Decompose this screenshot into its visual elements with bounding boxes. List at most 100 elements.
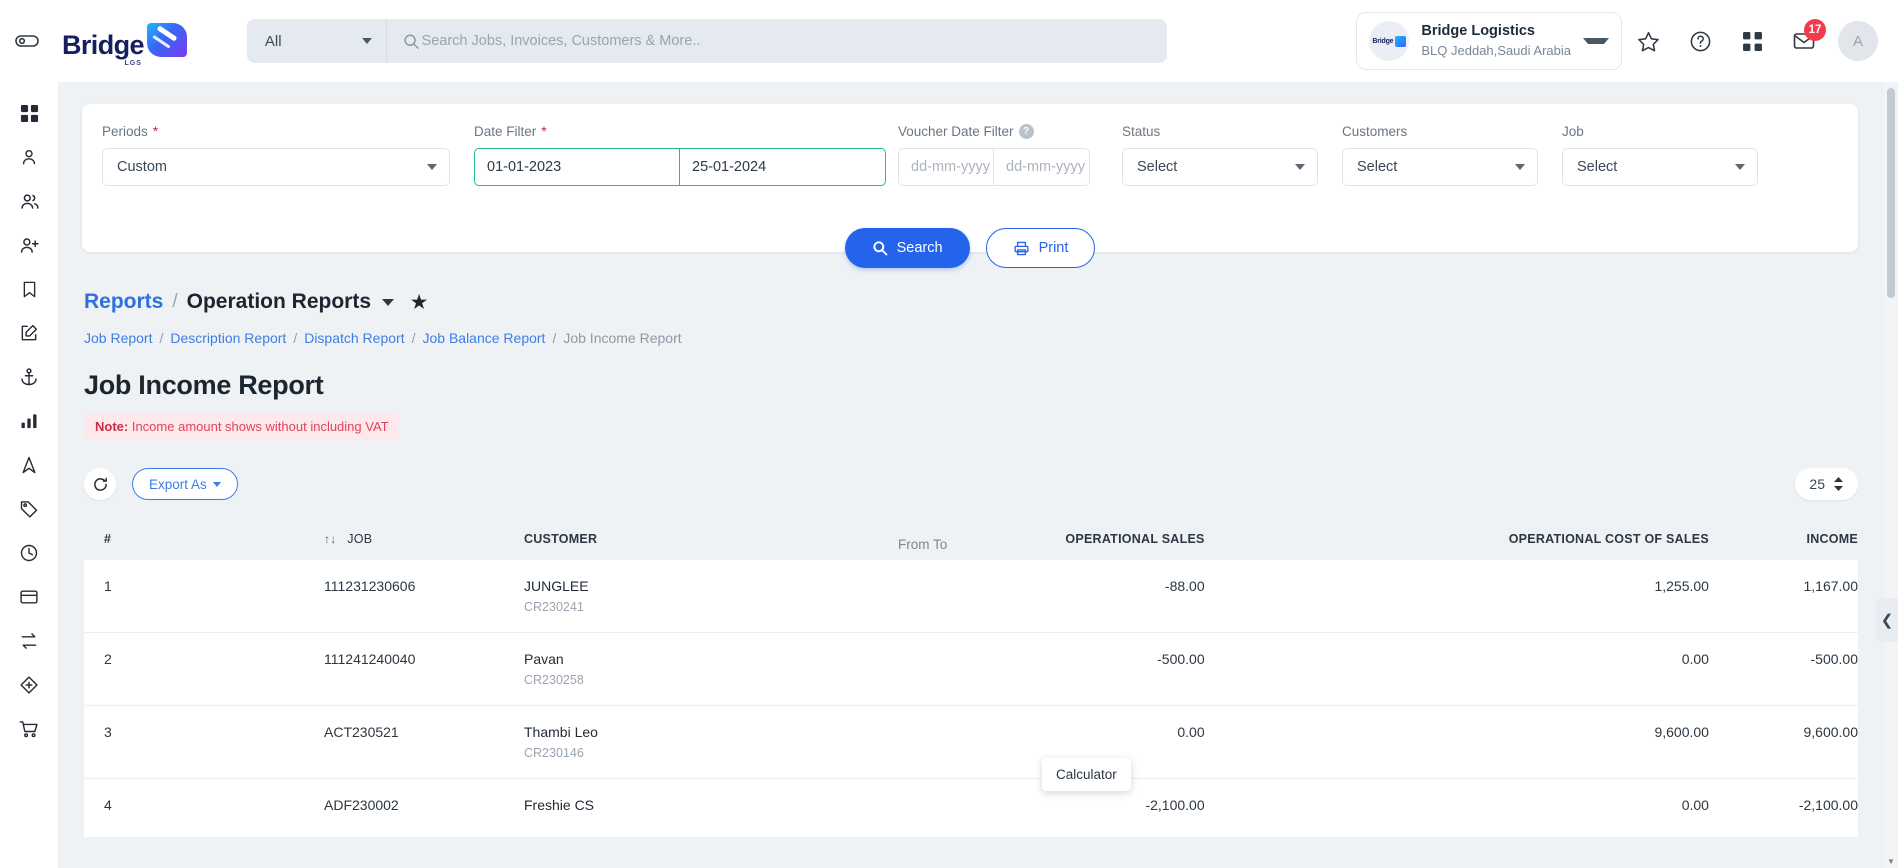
- cell-index: 2: [104, 651, 112, 667]
- tab-job-report[interactable]: Job Report: [84, 330, 152, 346]
- customers-select[interactable]: Select: [1342, 148, 1538, 186]
- customer-code: CR230241: [524, 600, 584, 614]
- table-row[interactable]: 3 ACT230521 Thambi Leo CR230146 0.00 9,600.00…: [84, 705, 1858, 779]
- chevron-down-icon: [1735, 164, 1745, 170]
- search-category-dropdown[interactable]: All: [247, 19, 387, 63]
- sidebar-item-timesheet[interactable]: [9, 536, 49, 570]
- customers-filter: Customers Select: [1342, 122, 1562, 186]
- tab-dispatch-report[interactable]: Dispatch Report: [304, 330, 404, 346]
- navigation-icon: [22, 456, 36, 474]
- sidebar-item-reports[interactable]: [9, 404, 49, 438]
- date-filter-label-text: Date Filter: [474, 123, 537, 139]
- job-select[interactable]: Select: [1562, 148, 1758, 186]
- sidebar-item-transactions[interactable]: [9, 624, 49, 658]
- tab-job-balance-report[interactable]: Job Balance Report: [422, 330, 545, 346]
- sidebar-item-purchase[interactable]: [9, 712, 49, 746]
- date-to-input[interactable]: 25-01-2024: [680, 148, 886, 186]
- cell-customer: Freshie CS: [524, 779, 854, 838]
- mail-badge-count: 17: [1804, 19, 1826, 41]
- tag-icon: [20, 501, 38, 518]
- scroll-down-arrow[interactable]: ▼: [1884, 854, 1898, 868]
- sidebar-item-tags[interactable]: [9, 492, 49, 526]
- search-button[interactable]: Search: [844, 228, 970, 268]
- table-row[interactable]: 1 111231230606 JUNGLEE CR230241 -88.00 1,255.…: [84, 560, 1858, 633]
- periods-filter: Periods * Custom: [102, 122, 474, 186]
- organization-switcher[interactable]: Bridge Bridge Logistics BLQ Jeddah,Saudi…: [1356, 12, 1622, 70]
- chevron-down-icon[interactable]: [382, 298, 394, 306]
- cell-customer: Thambi Leo CR230146: [524, 706, 854, 779]
- top-bar: Bridge LGS All Bridge Bridge Logistics B…: [0, 0, 1898, 82]
- chevron-down-icon: [212, 481, 221, 487]
- apps-button[interactable]: [1726, 15, 1778, 67]
- sidebar-item-edit[interactable]: [9, 316, 49, 350]
- cell-job[interactable]: 111241240040: [324, 633, 524, 706]
- job-income-table: # ↑↓ JOB CUSTOMER OPERATIONAL SALES OPER…: [84, 520, 1858, 838]
- package-icon: [20, 676, 38, 694]
- page-scrollbar[interactable]: ▲ ▼: [1884, 82, 1898, 868]
- sidebar-item-add-user[interactable]: [9, 228, 49, 262]
- breadcrumb-reports-link[interactable]: Reports: [84, 290, 163, 314]
- table-toolbar: Export As 25: [84, 468, 1858, 500]
- user-avatar[interactable]: A: [1838, 21, 1878, 61]
- column-job-label: JOB: [347, 532, 373, 546]
- bookmark-icon: [23, 281, 35, 297]
- export-as-label: Export As: [149, 476, 207, 492]
- cell-index: 4: [104, 797, 112, 813]
- column-index: #: [104, 532, 112, 546]
- sidebar-item-operations[interactable]: [9, 360, 49, 394]
- dashboard-icon: [20, 104, 38, 122]
- vat-note-text: Income amount shows without including VA…: [131, 419, 389, 434]
- search-input[interactable]: [419, 32, 1167, 50]
- sidebar-item-payments[interactable]: [9, 580, 49, 614]
- menu-toggle-icon[interactable]: [12, 31, 42, 51]
- sidebar-item-user[interactable]: [9, 140, 49, 174]
- favorites-button[interactable]: [1622, 15, 1674, 67]
- job-label: Job: [1562, 123, 1584, 139]
- tab-description-report[interactable]: Description Report: [170, 330, 286, 346]
- voucher-from-input[interactable]: dd-mm-yyyy: [898, 148, 994, 186]
- sidebar-item-inventory[interactable]: [9, 668, 49, 702]
- brand-subtext: LGS: [124, 60, 142, 67]
- help-button[interactable]: [1674, 15, 1726, 67]
- date-from-input[interactable]: 01-01-2023: [474, 148, 680, 186]
- voucher-to-input[interactable]: dd-mm-yyyy: [994, 148, 1090, 186]
- search-icon: [404, 34, 419, 49]
- page-size-selector[interactable]: 25: [1795, 468, 1858, 500]
- messages-button[interactable]: 17: [1778, 15, 1830, 67]
- breadcrumb-separator: /: [172, 291, 178, 312]
- cell-job[interactable]: 111231230606: [324, 560, 524, 633]
- customers-value: Select: [1357, 159, 1398, 175]
- brand-logo[interactable]: Bridge LGS: [62, 23, 187, 67]
- scrollbar-thumb[interactable]: [1887, 88, 1895, 298]
- print-button[interactable]: Print: [985, 228, 1096, 268]
- cell-operational-cost-of-sales: 1,255.00: [1654, 578, 1709, 594]
- periods-select[interactable]: Custom: [102, 148, 450, 186]
- search-category-label: All: [264, 32, 282, 50]
- table-header: # ↑↓ JOB CUSTOMER OPERATIONAL SALES OPER…: [84, 520, 1858, 560]
- periods-value: Custom: [117, 159, 167, 175]
- sidebar-item-dashboard[interactable]: [9, 96, 49, 130]
- grid-icon: [1742, 31, 1762, 51]
- status-select[interactable]: Select: [1122, 148, 1318, 186]
- sort-icon[interactable]: ↑↓: [324, 532, 337, 546]
- bar-chart-icon: [21, 414, 37, 429]
- print-button-label: Print: [1038, 240, 1069, 256]
- favorite-star-icon[interactable]: ★: [411, 292, 427, 313]
- panel-collapse-toggle[interactable]: ❮: [1876, 598, 1898, 642]
- cell-job[interactable]: ACT230521: [324, 706, 524, 779]
- help-icon[interactable]: ?: [1018, 123, 1034, 139]
- table-row[interactable]: 4 ADF230002 Freshie CS -2,100.00 0.00 -2,100.…: [84, 778, 1858, 838]
- organization-logo: Bridge: [1369, 21, 1410, 61]
- cell-job[interactable]: ADF230002: [324, 779, 524, 838]
- organization-logo-text: Bridge: [1372, 37, 1394, 45]
- refresh-button[interactable]: [84, 468, 116, 500]
- date-filter-label: Date Filter *: [474, 122, 898, 140]
- sidebar-item-users[interactable]: [9, 184, 49, 218]
- table-row[interactable]: 2 111241240040 Pavan CR230258 -500.00 0.00 -50…: [84, 632, 1858, 706]
- search-field: [387, 32, 1167, 50]
- sidebar-item-bookmarks[interactable]: [9, 272, 49, 306]
- cell-operational-sales: -88.00: [1164, 578, 1205, 594]
- export-as-button[interactable]: Export As: [132, 468, 238, 500]
- sidebar-item-navigation[interactable]: [9, 448, 49, 482]
- cell-customer: JUNGLEE CR230241: [524, 560, 854, 633]
